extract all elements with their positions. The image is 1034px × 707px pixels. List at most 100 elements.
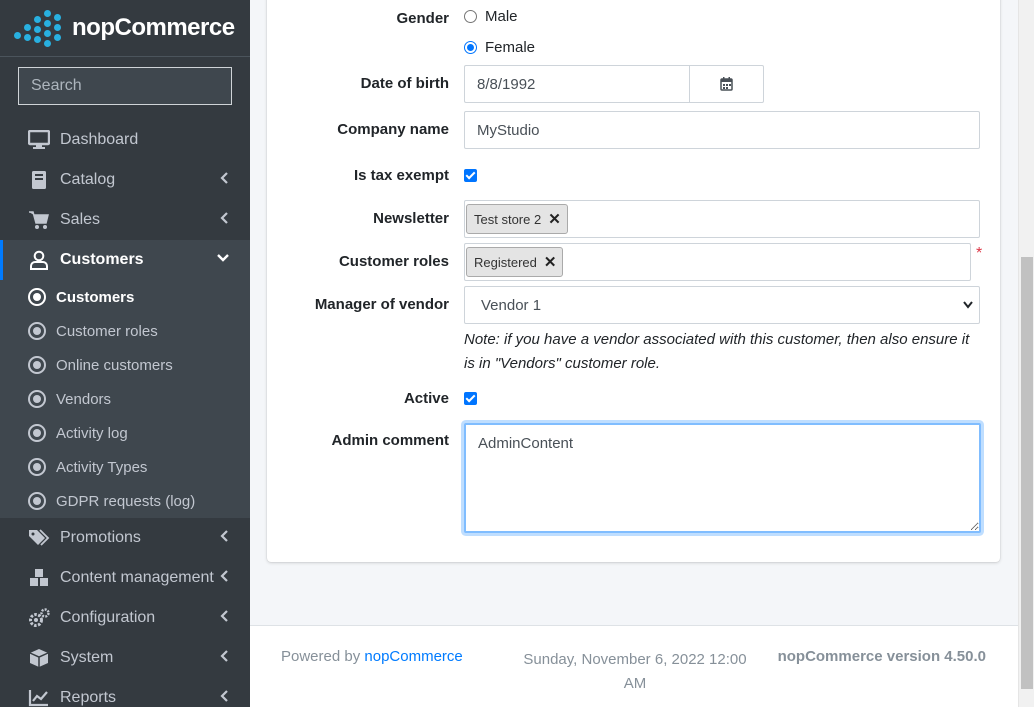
nopcommerce-link[interactable]: nopCommerce — [364, 648, 462, 665]
chevron-down-icon — [217, 254, 229, 262]
sidebar-item-label: System — [60, 649, 114, 666]
circle-dot-icon — [28, 492, 46, 510]
sidebar-item-label: Catalog — [60, 171, 116, 188]
page-scrollbar[interactable] — [1018, 0, 1034, 707]
radio-checked-icon — [464, 41, 477, 54]
company-name-input[interactable]: MyStudio — [464, 111, 980, 149]
cogs-icon — [28, 607, 50, 629]
vendor-note: Note: if you have a vendor associated wi… — [464, 331, 970, 372]
sidebar-subitem-label: GDPR requests (log) — [56, 492, 196, 510]
admin-comment-textarea[interactable]: AdminContent — [464, 423, 981, 533]
company-label: Company name — [337, 121, 449, 138]
sidebar-item-system[interactable]: System — [0, 638, 250, 678]
circle-dot-icon — [28, 424, 46, 442]
sidebar-subitem-gdpr-requests[interactable]: GDPR requests (log) — [0, 484, 250, 518]
footer-version: nopCommerce version 4.50.0 — [777, 648, 986, 665]
tax-exempt-row: Is tax exempt — [267, 167, 1000, 184]
chevron-left-icon — [220, 212, 228, 224]
sidebar-item-dashboard[interactable]: Dashboard — [0, 120, 250, 160]
chevron-left-icon — [220, 172, 228, 184]
user-icon — [28, 249, 50, 271]
sidebar-item-label: Dashboard — [60, 131, 139, 148]
radio-unchecked-icon — [464, 10, 477, 23]
sidebar-item-reports[interactable]: Reports — [0, 678, 250, 707]
sidebar-item-catalog[interactable]: Catalog — [0, 160, 250, 200]
sidebar-item-label: Content management — [60, 569, 214, 586]
sidebar-item-configuration[interactable]: Configuration — [0, 598, 250, 638]
customer-info-card: Gender Male Female Date of birth 8/8/199… — [267, 0, 1000, 562]
gender-label: Gender — [396, 10, 449, 27]
footer-datetime: Sunday, November 6, 2022 12:00 AM — [523, 651, 747, 692]
sidebar-subitem-customers[interactable]: Customers — [0, 280, 250, 314]
brand-name: nopCommerce — [72, 14, 235, 41]
tax-exempt-checkbox[interactable] — [464, 169, 477, 182]
admin-comment-label: Admin comment — [331, 432, 449, 449]
date-picker-button[interactable] — [689, 65, 764, 103]
powered-by-prefix: Powered by — [281, 648, 365, 665]
circle-dot-icon — [28, 390, 46, 408]
sidebar: nopCommerce Dashboard Catalog Sales Cust… — [0, 0, 250, 707]
nopcommerce-logo-icon — [12, 10, 64, 47]
sidebar-item-customers[interactable]: Customers — [0, 240, 250, 280]
chart-icon — [28, 687, 50, 707]
sidebar-subitem-label: Activity log — [56, 424, 128, 442]
footer: Powered by nopCommerce Sunday, November … — [250, 625, 1018, 707]
gender-male-radio[interactable]: Male — [464, 8, 518, 25]
sidebar-subitem-vendors[interactable]: Vendors — [0, 382, 250, 416]
company-value: MyStudio — [477, 121, 540, 139]
scrollbar-thumb[interactable] — [1021, 257, 1033, 689]
dob-input[interactable]: 8/8/1992 — [464, 65, 690, 103]
sidebar-subitem-label: Customers — [56, 288, 135, 306]
role-tag: Registered ✕ — [466, 247, 564, 277]
sidebar-item-label: Promotions — [60, 529, 141, 546]
newsletter-label: Newsletter — [373, 210, 449, 227]
sidebar-subitem-customer-roles[interactable]: Customer roles — [0, 314, 250, 348]
sidebar-subitem-label: Online customers — [56, 356, 173, 374]
sidebar-search — [18, 67, 238, 105]
required-asterisk: * — [976, 245, 983, 262]
cart-icon — [28, 209, 50, 231]
customers-submenu: Customers Customer roles Online customer… — [0, 280, 250, 518]
active-row: Active — [267, 390, 1000, 407]
circle-dot-icon — [28, 322, 46, 340]
chevron-left-icon — [220, 690, 228, 702]
search-input[interactable] — [31, 77, 238, 95]
sidebar-item-label: Sales — [60, 211, 101, 228]
chevron-left-icon — [220, 650, 228, 662]
dob-label: Date of birth — [360, 75, 449, 92]
manager-of-vendor-select[interactable]: Vendor 1 — [464, 286, 980, 324]
dob-value: 8/8/1992 — [477, 75, 536, 93]
chevron-down-icon — [963, 301, 973, 309]
gender-male-label: Male — [485, 8, 518, 25]
circle-dot-icon — [28, 458, 46, 476]
sidebar-subitem-label: Customer roles — [56, 322, 158, 340]
chevron-left-icon — [220, 570, 228, 582]
sidebar-item-promotions[interactable]: Promotions — [0, 518, 250, 558]
remove-tag-icon[interactable]: ✕ — [544, 253, 557, 271]
calendar-icon — [720, 77, 733, 91]
monitor-icon — [28, 129, 50, 151]
remove-tag-icon[interactable]: ✕ — [548, 210, 561, 228]
tag-label: Test store 2 — [474, 211, 542, 227]
sidebar-subitem-label: Activity Types — [56, 458, 148, 476]
active-checkbox[interactable] — [464, 392, 477, 405]
cube-icon — [28, 647, 50, 669]
cubes-icon — [28, 567, 50, 589]
newsletter-select[interactable]: Test store 2 ✕ — [464, 200, 980, 238]
sidebar-item-content-management[interactable]: Content management — [0, 558, 250, 598]
sidebar-subitem-online-customers[interactable]: Online customers — [0, 348, 250, 382]
customer-roles-select[interactable]: Registered ✕ — [464, 243, 971, 281]
circle-dot-icon — [28, 356, 46, 374]
vendor-value: Vendor 1 — [481, 296, 542, 314]
gender-female-label: Female — [485, 39, 536, 56]
sidebar-item-sales[interactable]: Sales — [0, 200, 250, 240]
sidebar-subitem-activity-log[interactable]: Activity log — [0, 416, 250, 450]
sidebar-subitem-activity-types[interactable]: Activity Types — [0, 450, 250, 484]
brand[interactable]: nopCommerce — [0, 0, 250, 57]
sidebar-item-label: Customers — [60, 251, 144, 268]
tags-icon — [28, 527, 50, 549]
powered-by: Powered by nopCommerce — [281, 648, 463, 665]
newsletter-tag: Test store 2 ✕ — [466, 204, 568, 234]
gender-female-radio[interactable]: Female — [464, 39, 535, 56]
chevron-left-icon — [220, 530, 228, 542]
